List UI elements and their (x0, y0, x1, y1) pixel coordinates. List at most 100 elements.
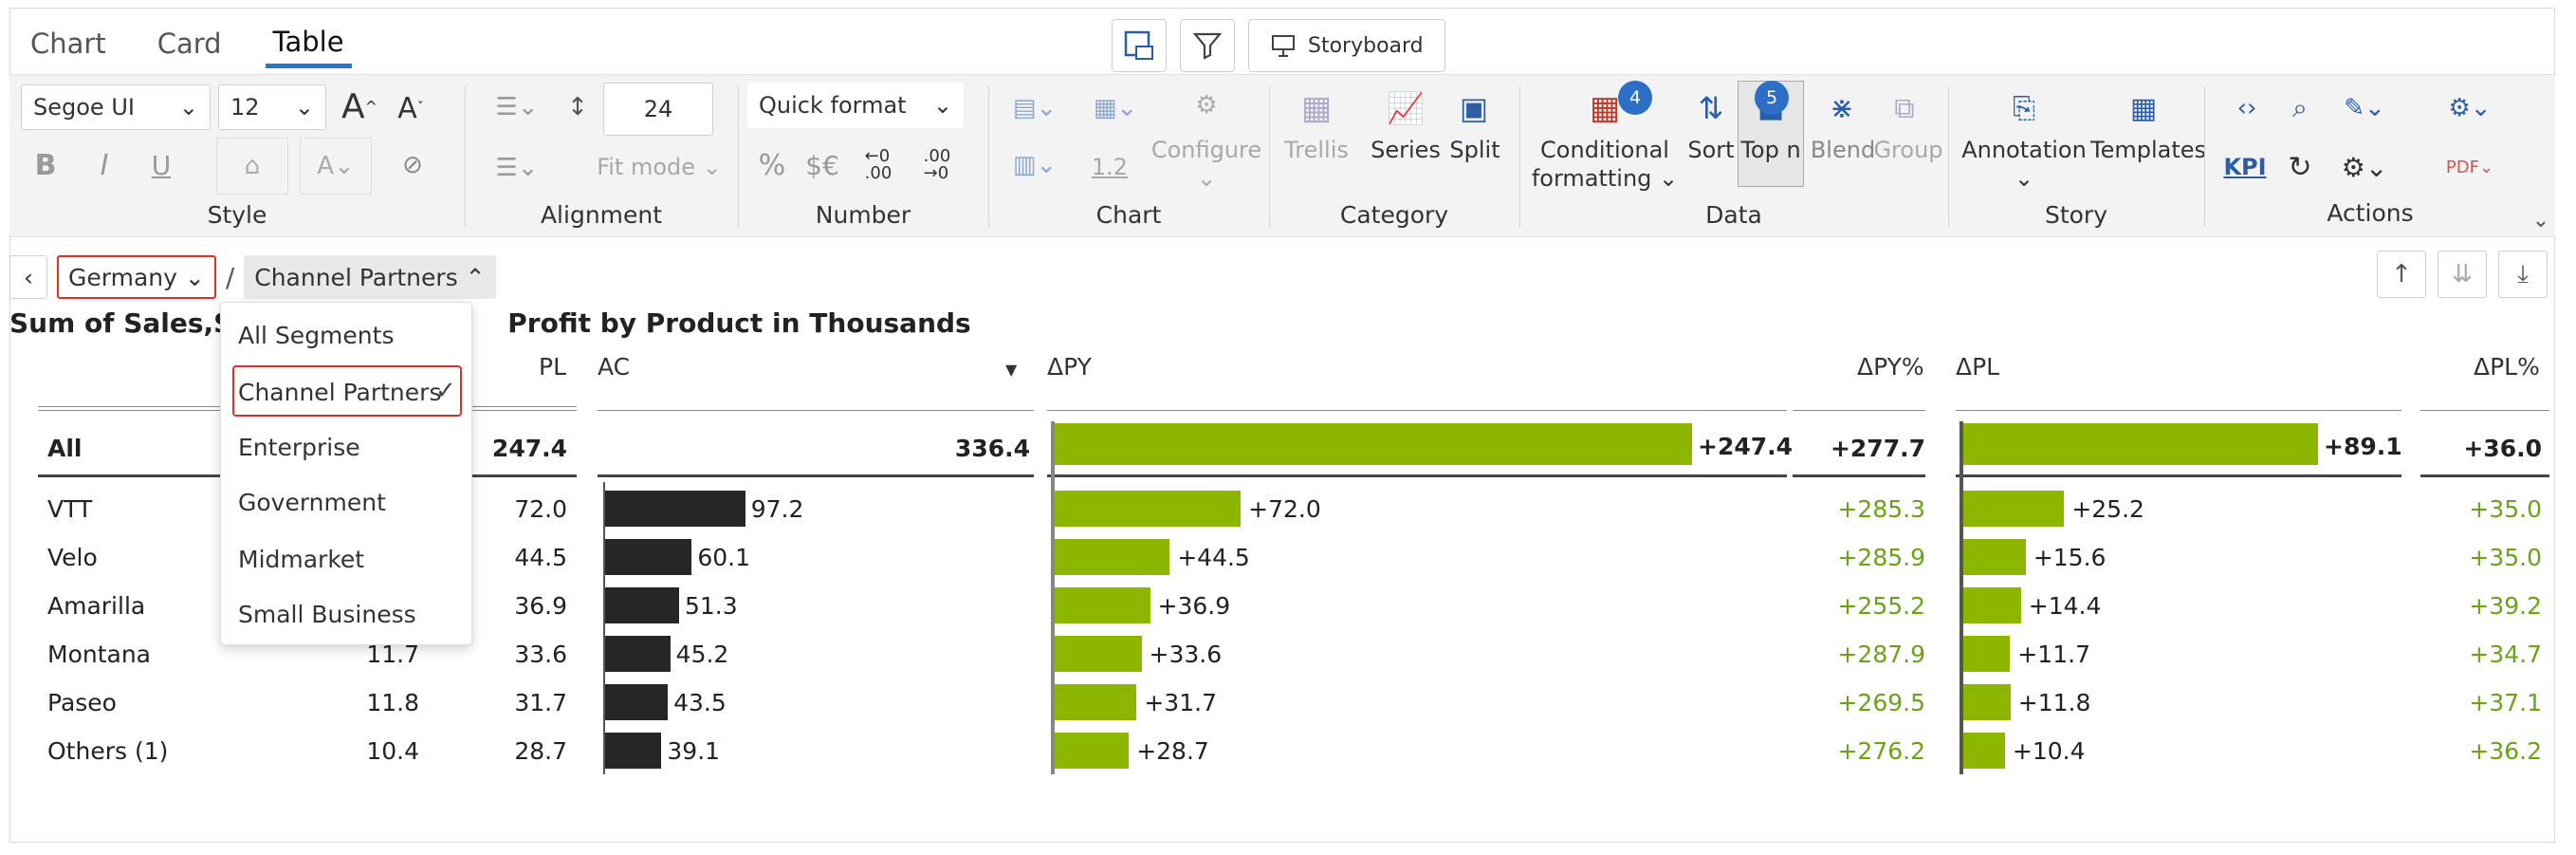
templates-button[interactable]: Templates (2090, 136, 2206, 164)
row-delta-pl-pct: +35.0 (2469, 495, 2542, 523)
row-delta-pl-pct: +37.1 (2469, 689, 2542, 716)
header-pl[interactable]: PL (539, 353, 566, 381)
delta-pl-bar (1963, 733, 2005, 769)
ac-bar (605, 684, 669, 720)
configure-button[interactable]: Configure ⌄ (1142, 136, 1271, 193)
segment-filter[interactable]: Channel Partners ⌃ (244, 255, 496, 299)
header-delta-pl[interactable]: ΔPL (1956, 353, 1999, 381)
vertical-align-icon[interactable]: ☰⌄ (484, 147, 550, 189)
dropdown-item[interactable]: Channel Partners (238, 379, 441, 406)
annotation-button[interactable]: Annotation ⌄ (1958, 136, 2090, 193)
dropdown-item[interactable]: Midmarket (238, 546, 364, 573)
group-button[interactable]: Group (1872, 136, 1944, 164)
country-filter[interactable]: Germany ⌄ (57, 255, 216, 299)
layout-button[interactable] (1112, 19, 1167, 72)
dropdown-item[interactable]: Enterprise (238, 434, 360, 461)
row-delta-pl: +11.7 (2017, 641, 2090, 668)
back-button[interactable]: ‹ (9, 255, 47, 299)
chevron-left-icon: ‹ (24, 263, 33, 291)
dropdown-item[interactable]: All Segments (238, 322, 394, 349)
increase-decimal-icon[interactable]: .00 →0 (914, 141, 960, 189)
brush-icon[interactable]: ✎⌄ (2331, 84, 2398, 132)
row-height-input[interactable]: 24 (603, 83, 713, 136)
italic-icon[interactable]: I (85, 141, 123, 189)
tab-card[interactable]: Card (150, 22, 230, 65)
chevron-down-icon: ⌄ (932, 92, 952, 119)
row-py: 11.8 (366, 689, 419, 716)
settings-export-icon[interactable]: ⚙⌄ (2432, 84, 2508, 132)
increase-font-icon[interactable]: A ^ (338, 83, 381, 130)
trellis-icon: ▦ (1300, 89, 1333, 127)
style-group-label: Style (207, 201, 267, 229)
tab-table[interactable]: Table (265, 20, 352, 68)
drill-down-all-icon[interactable]: ⇊ (2438, 251, 2487, 298)
breadcrumb-separator: / (225, 261, 235, 293)
chart-layout-icon[interactable]: ▦⌄ (1079, 84, 1151, 132)
pdf-export-icon[interactable]: PDF⌄ (2432, 145, 2508, 189)
cf-label-1: Conditional (1540, 137, 1669, 163)
actions-group: ‹› ⌕ ✎⌄ ⚙⌄ KPI ↻ ⚙⌄ PDF⌄ Actions (2204, 75, 2536, 238)
fit-mode-select[interactable]: Fit mode ⌄ (588, 153, 730, 181)
topn-button[interactable]: Top n (1738, 136, 1804, 164)
view-tabs: Chart Card Table (23, 15, 352, 72)
header-rule (1047, 410, 1787, 411)
quick-format-select[interactable]: Quick format ⌄ (747, 83, 964, 128)
delta-pl-bar (1963, 636, 2011, 672)
delta-py-bar (1055, 733, 1130, 769)
blend-button[interactable]: Blend (1810, 136, 1876, 164)
collapse-ribbon-icon[interactable]: ⌄ (2527, 206, 2555, 234)
header-delta-pl-pct[interactable]: ΔPL% (2474, 353, 2540, 381)
trellis-button[interactable]: Trellis (1277, 136, 1356, 164)
header-delta-py-pct[interactable]: ΔPY% (1857, 353, 1924, 381)
ac-bar (605, 733, 662, 769)
series-button[interactable]: Series (1370, 136, 1442, 164)
header-ac[interactable]: AC (598, 353, 630, 381)
search-icon[interactable]: ⌕ (2276, 84, 2324, 132)
sort-indicator-icon[interactable]: ▼ (1005, 361, 1017, 379)
country-label: Germany (68, 263, 177, 291)
row-label: VTT (47, 495, 93, 523)
font-family-select[interactable]: Segoe UI ⌄ (21, 84, 211, 130)
font-size-select[interactable]: 12 ⌄ (218, 84, 326, 130)
decrease-font-icon[interactable]: Aˇ (389, 86, 432, 130)
drill-up-icon[interactable]: ↑ (2377, 251, 2426, 298)
code-icon[interactable]: ‹› (2223, 84, 2271, 132)
sort-button[interactable]: Sort (1683, 136, 1739, 164)
kpi-button[interactable]: KPI (2221, 145, 2269, 189)
dropdown-item[interactable]: Small Business (238, 601, 416, 628)
horizontal-align-icon[interactable]: ☰⌄ (484, 86, 550, 128)
row-delta-py: +33.6 (1149, 641, 1223, 668)
fill-color-icon[interactable]: ⌂ (216, 138, 288, 195)
underline-icon[interactable]: U (142, 141, 180, 189)
actions-group-label: Actions (2327, 199, 2414, 227)
filter-settings-button[interactable] (1180, 19, 1235, 72)
header-delta-py[interactable]: ΔPY (1047, 353, 1092, 381)
currency-icon[interactable]: $€ (799, 141, 846, 189)
bold-icon[interactable]: B (27, 141, 64, 189)
gear-icon[interactable]: ⚙⌄ (2331, 145, 2398, 189)
top-toolbar: Storyboard (1112, 19, 1445, 72)
story-group-label: Story (2044, 201, 2108, 229)
delta-py-bar (1055, 491, 1242, 527)
chart-size-icon[interactable]: ▥⌄ (1002, 141, 1068, 189)
decrease-decimal-icon[interactable]: ←0.00 (856, 141, 901, 189)
delta-pl-bar (1963, 587, 2021, 623)
decimal-label[interactable]: 1.2 (1081, 153, 1138, 181)
percent-icon[interactable]: % (755, 141, 789, 189)
expand-hierarchy-icon[interactable]: ⤓ (2498, 251, 2548, 298)
chevron-down-icon: ⌄ (178, 94, 198, 121)
dropdown-item[interactable]: Government (238, 489, 386, 516)
reset-icon[interactable]: ↻ (2276, 145, 2324, 189)
row-ac: 51.3 (684, 592, 738, 620)
bar-align-icon[interactable]: ▤⌄ (1002, 84, 1068, 132)
delta-pl-bar (1963, 684, 2011, 720)
tab-chart[interactable]: Chart (23, 22, 114, 65)
conditional-formatting-button[interactable]: Conditional formatting ⌄ (1529, 136, 1681, 193)
row-label: Amarilla (47, 592, 146, 620)
font-color-icon[interactable]: A⌄ (300, 138, 372, 195)
row-delta-py: +31.7 (1144, 689, 1217, 716)
font-size-value: 12 (230, 94, 260, 121)
storyboard-button[interactable]: Storyboard (1248, 19, 1445, 72)
split-button[interactable]: Split (1442, 136, 1508, 164)
hide-icon[interactable]: ⊘ (391, 141, 434, 189)
